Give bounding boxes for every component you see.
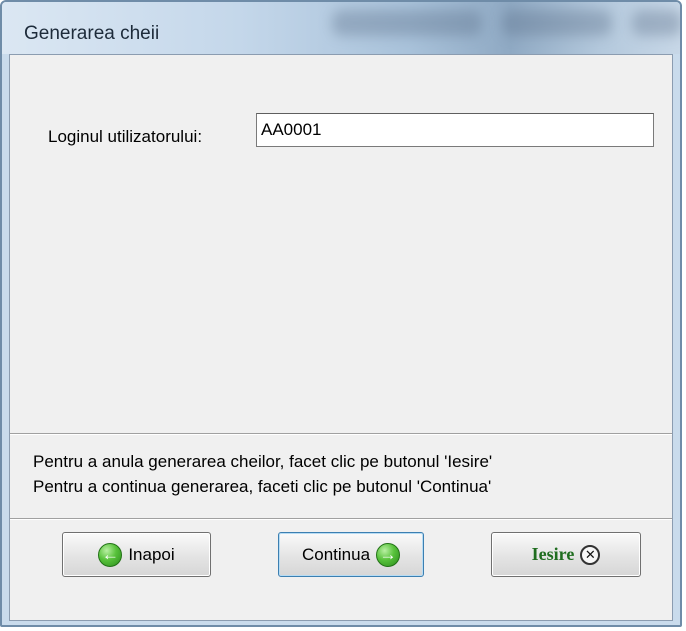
login-label: Loginul utilizatorului: xyxy=(48,127,203,146)
dialog-window: Generarea cheii Loginul utilizatorului: … xyxy=(0,0,682,627)
continue-button-label: Continua xyxy=(301,544,371,564)
separator-bottom xyxy=(10,518,672,520)
exit-button-label: Iesire xyxy=(531,544,575,564)
back-button[interactable]: ← Inapoi xyxy=(62,532,211,577)
info-cancel-text: Pentru a anula generarea cheilor, facet … xyxy=(33,452,493,471)
exit-button[interactable]: Iesire ✕ xyxy=(491,532,641,577)
continue-button[interactable]: Continua → xyxy=(278,532,424,577)
close-circle-icon: ✕ xyxy=(580,544,601,565)
dialog-body: Loginul utilizatorului: Pentru a anula g… xyxy=(9,54,673,621)
arrow-right-circle-icon: → xyxy=(376,542,401,567)
arrow-left-circle-icon: ← xyxy=(98,542,123,567)
separator-top xyxy=(10,433,672,435)
info-continue-text: Pentru a continua generarea, faceti clic… xyxy=(33,477,492,496)
window-title: Generarea cheii xyxy=(24,23,160,44)
back-button-label: Inapoi xyxy=(128,544,175,564)
title-bar[interactable]: Generarea cheii xyxy=(2,2,680,54)
login-input[interactable] xyxy=(256,113,654,147)
